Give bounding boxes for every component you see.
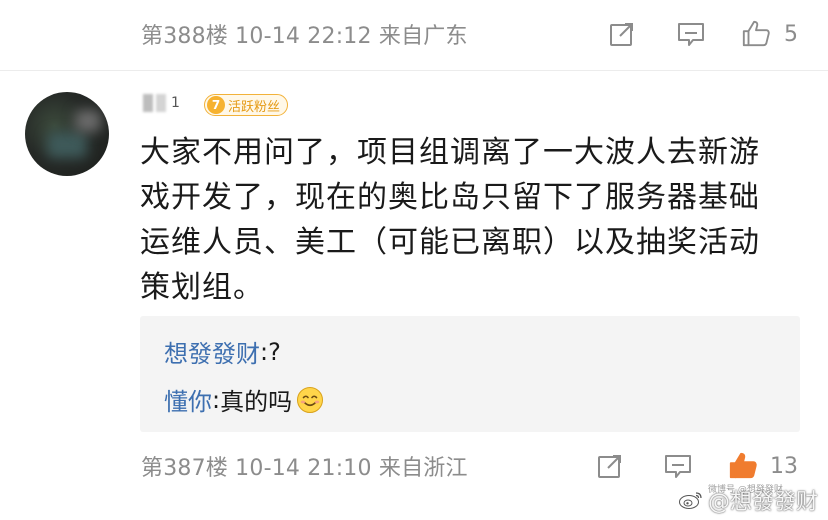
reply-text: 真的吗: [220, 388, 293, 416]
badge-label: 活跃粉丝: [228, 99, 281, 115]
active-fan-badge[interactable]: 7 活跃粉丝: [204, 94, 289, 116]
reply-item: 懂你 : 真的吗: [164, 382, 324, 417]
comment-text: 大家不用问了，项目组调离了一大波人去新游戏开发了，现在的奥比岛只留下了服务器基础…: [140, 135, 760, 305]
weibo-comment-page: 第388楼 10-14 22:12 来自广东 5 1 7 活跃粉丝 大家不用问了…: [0, 0, 828, 520]
comment-icon[interactable]: [676, 19, 706, 49]
smile-icon: [297, 386, 324, 413]
avatar[interactable]: [25, 92, 109, 176]
reply-box[interactable]: 想發發财 : ? 懂你 : 真的吗: [140, 316, 800, 432]
reply-separator: :: [260, 337, 269, 366]
reply-item: 想發發财 : ?: [164, 334, 281, 369]
comment-icon[interactable]: [663, 451, 693, 481]
like-icon-active[interactable]: [728, 450, 758, 480]
floor-info: 第388楼 10-14 22:12 来自广东: [141, 24, 468, 49]
badge-level: 7: [207, 96, 225, 114]
comment-meta-row-388: 第388楼 10-14 22:12 来自广东 5: [0, 12, 828, 56]
reply-separator: :: [212, 385, 221, 414]
reply-author[interactable]: 想發發财: [164, 334, 260, 369]
weibo-logo-icon: [678, 492, 702, 509]
comment-meta-row-387: 第387楼 10-14 21:10 来自浙江 13: [0, 444, 828, 488]
like-icon[interactable]: [741, 18, 771, 48]
username-blurred[interactable]: 1: [143, 92, 195, 114]
watermark-text: @想發發财: [707, 490, 818, 515]
reply-author[interactable]: 懂你: [164, 382, 212, 417]
like-count: 5: [784, 21, 798, 47]
username-suffix: 1: [171, 95, 180, 111]
share-icon[interactable]: [595, 451, 625, 481]
weibo-watermark: @想發發财: [678, 484, 818, 516]
divider: [0, 70, 828, 71]
floor-info: 第387楼 10-14 21:10 来自浙江: [141, 456, 468, 481]
like-count: 13: [770, 453, 798, 479]
reply-text: ?: [268, 337, 281, 366]
share-icon[interactable]: [607, 19, 637, 49]
